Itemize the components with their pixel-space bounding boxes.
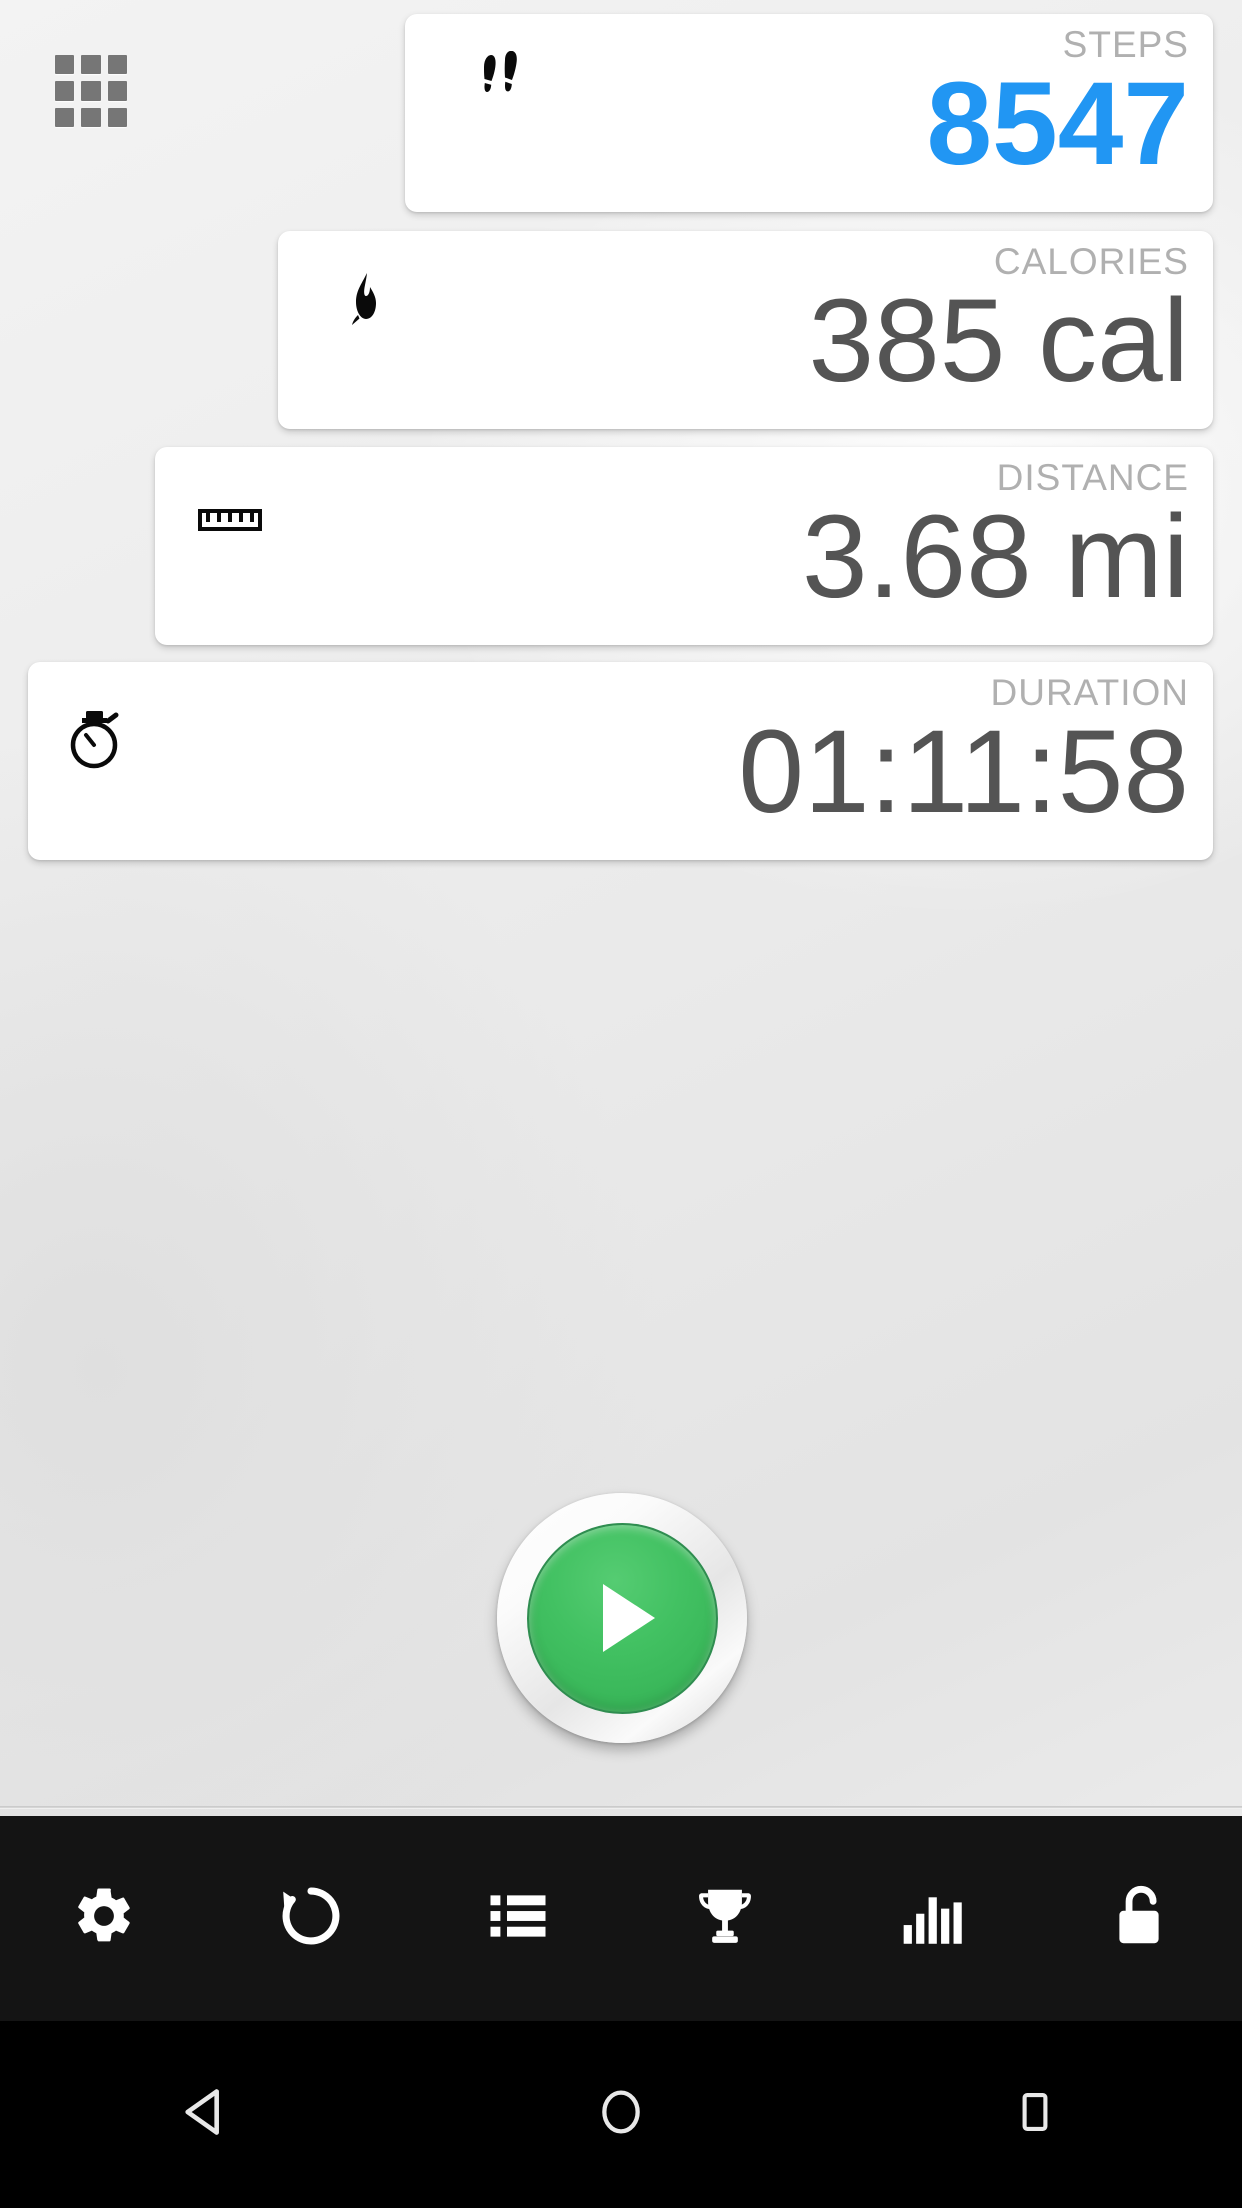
statistics-button[interactable] (828, 1816, 1035, 2021)
reset-button[interactable] (207, 1816, 414, 2021)
grid-cell (81, 81, 101, 101)
recents-square-icon (1009, 2086, 1061, 2143)
unlock-icon (1107, 1882, 1171, 1955)
nav-recents-button[interactable] (828, 2021, 1242, 2208)
grid-cell (81, 107, 101, 127)
grid-cell (107, 55, 127, 75)
grid-cell (55, 55, 75, 75)
trophy-icon (690, 1881, 760, 1956)
card-value: 385 cal (808, 274, 1189, 407)
card-content: CALORIES 385 cal (808, 231, 1189, 429)
list-icon (485, 1883, 551, 1954)
card-value: 3.68 mi (802, 490, 1189, 623)
card-content: DISTANCE 3.68 mi (802, 447, 1189, 645)
bar-chart-icon (898, 1882, 966, 1955)
settings-button[interactable] (0, 1816, 207, 2021)
stat-card-duration[interactable]: DURATION 01:11:58 (28, 662, 1213, 860)
stat-card-distance[interactable]: DISTANCE 3.68 mi (155, 447, 1213, 645)
stopwatch-icon (20, 700, 170, 778)
achievements-button[interactable] (621, 1816, 828, 2021)
start-workout-button[interactable] (497, 1493, 747, 1743)
play-icon (602, 1584, 655, 1652)
play-button-face (526, 1522, 718, 1714)
grid-cell (107, 107, 127, 127)
card-content: DURATION 01:11:58 (738, 662, 1189, 860)
history-list-button[interactable] (414, 1816, 621, 2021)
stat-card-steps[interactable]: STEPS 8547 (405, 14, 1213, 212)
back-triangle-icon (178, 2083, 236, 2146)
card-content: STEPS 8547 (926, 14, 1189, 212)
grid-cell (55, 81, 75, 101)
flame-icon (290, 267, 440, 337)
footprints-icon (425, 46, 575, 116)
gear-icon (71, 1883, 137, 1954)
card-value: 8547 (926, 57, 1189, 190)
nav-home-button[interactable] (414, 2021, 828, 2208)
grid-cell (81, 55, 101, 75)
reset-arrow-icon (277, 1882, 345, 1955)
card-value: 01:11:58 (738, 705, 1189, 838)
home-circle-icon (594, 2085, 648, 2144)
toolbar-divider (0, 1806, 1242, 1809)
ruler-icon (155, 485, 305, 555)
android-nav-bar (0, 2021, 1242, 2208)
apps-grid-icon[interactable] (55, 55, 127, 127)
lock-button[interactable] (1035, 1816, 1242, 2021)
nav-back-button[interactable] (0, 2021, 414, 2208)
stat-card-calories[interactable]: CALORIES 385 cal (278, 231, 1213, 429)
app-toolbar (0, 1816, 1242, 2021)
grid-cell (107, 81, 127, 101)
grid-cell (55, 107, 75, 127)
